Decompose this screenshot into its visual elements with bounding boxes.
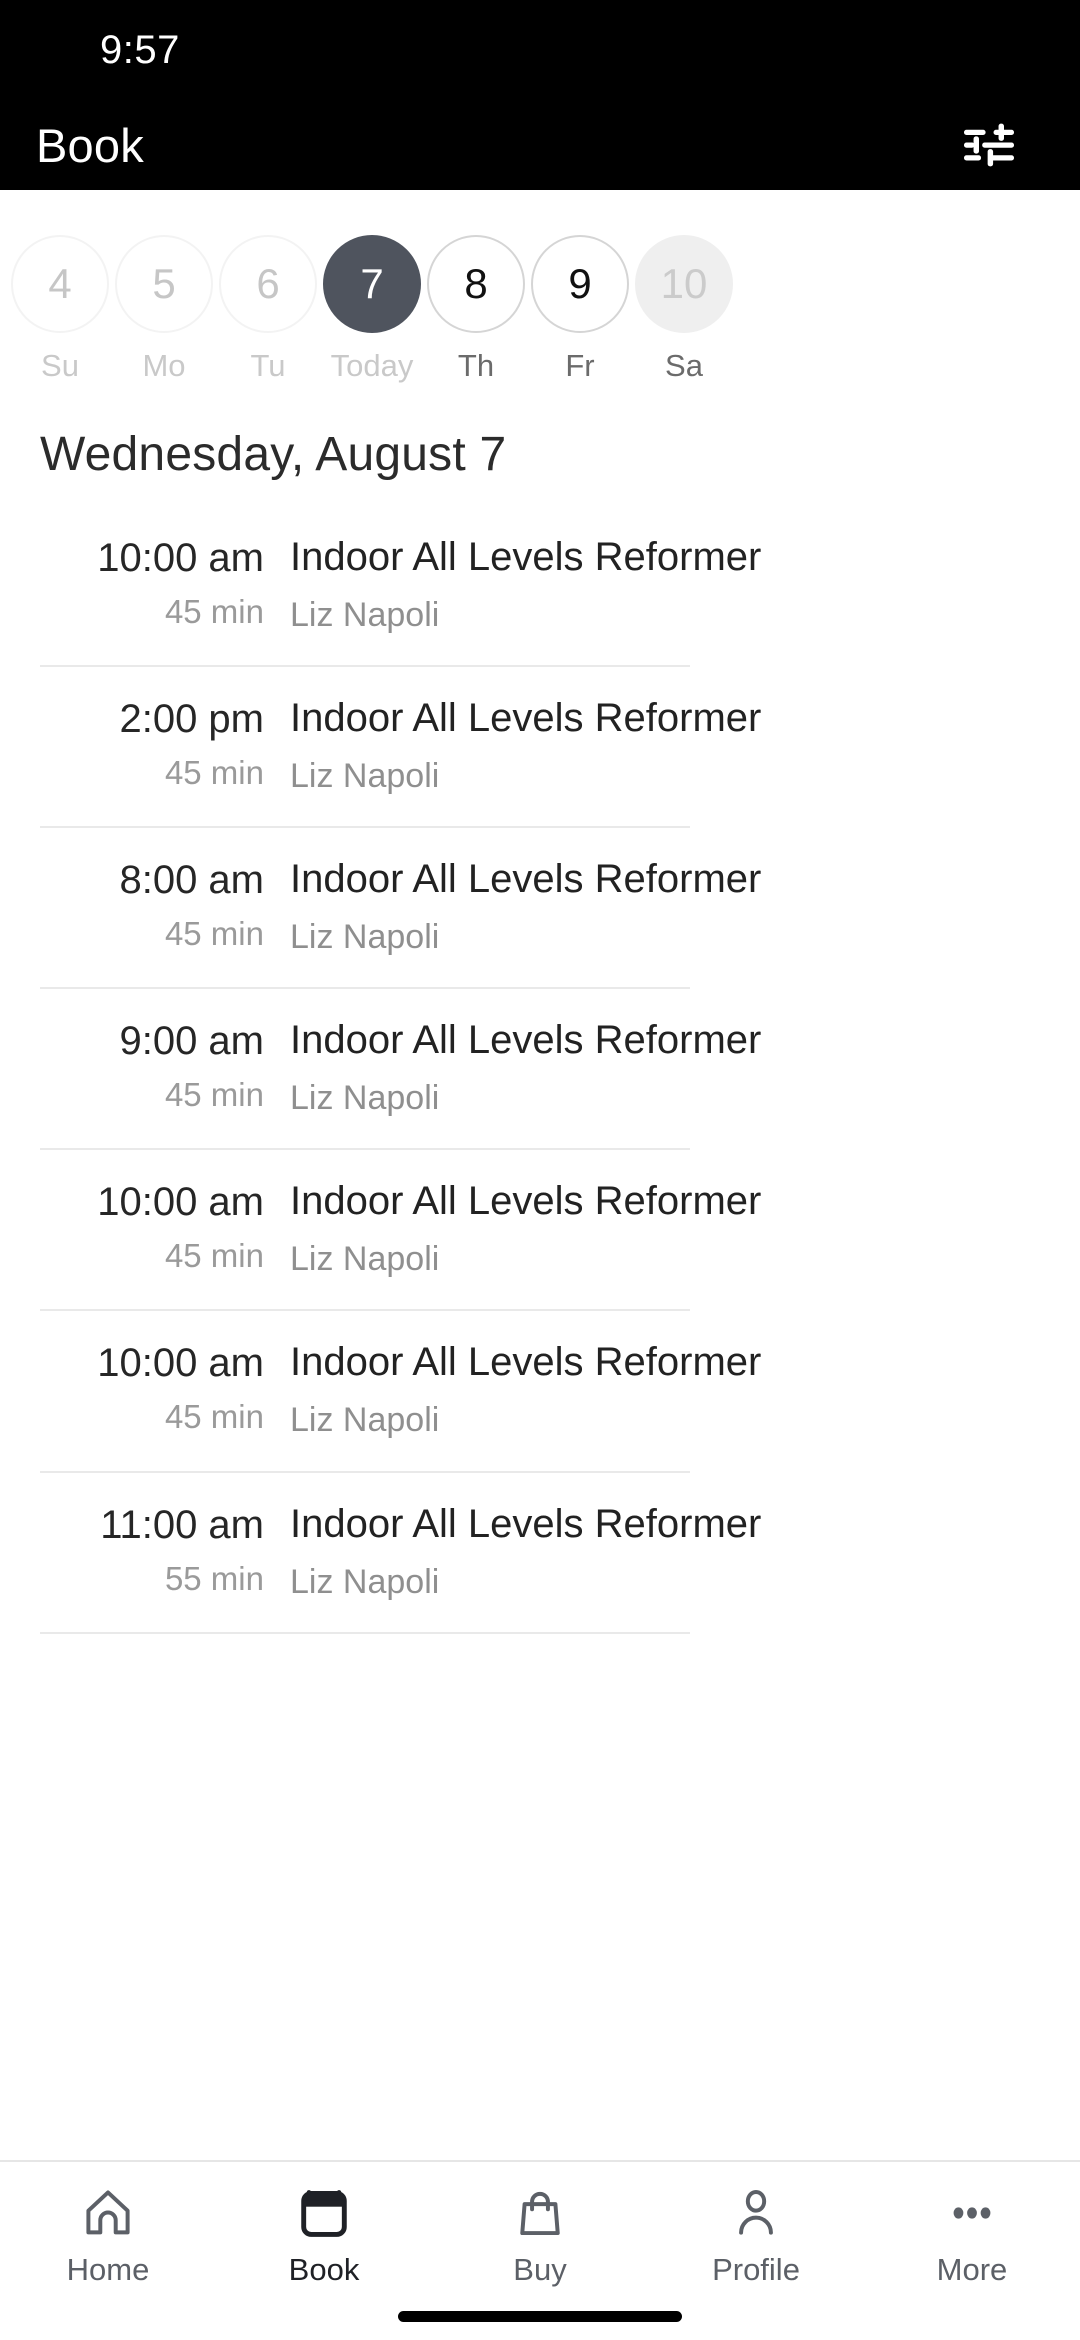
- top-bar: 9:57 Book: [0, 0, 1080, 190]
- class-row-partial[interactable]: [0, 1631, 1080, 1660]
- class-row[interactable]: 9:00 am 45 min Indoor All Levels Reforme…: [0, 987, 1080, 1148]
- date-number: 10: [635, 235, 733, 333]
- class-time-block: 8:00 am 45 min: [40, 854, 290, 952]
- class-time-block: 2:00 pm 45 min: [40, 693, 290, 791]
- nav-label: Buy: [513, 2252, 567, 2287]
- class-start-time: 9:00 am: [119, 1019, 264, 1064]
- date-weekday: Mo: [142, 348, 186, 383]
- date-weekday: Th: [457, 348, 495, 383]
- class-start-time: 8:00 am: [119, 858, 264, 903]
- nav-item-more[interactable]: More: [864, 2182, 1080, 2285]
- ellipsis-icon: [944, 2182, 1000, 2244]
- date-number: 9: [531, 235, 629, 333]
- date-number: 5: [115, 235, 213, 333]
- class-instructor: Liz Napoli: [290, 1401, 440, 1440]
- nav-item-buy[interactable]: Buy: [432, 2182, 648, 2285]
- class-name: Indoor All Levels Reformer: [290, 696, 762, 741]
- home-indicator: [398, 2311, 682, 2322]
- class-start-time: 10:00 am: [97, 1180, 264, 1225]
- date-number: 6: [219, 235, 317, 333]
- date-cell-9[interactable]: 9 Fr: [528, 235, 632, 381]
- class-info-block: Indoor All Levels Reformer Liz Napoli: [290, 693, 1040, 796]
- date-cell-5[interactable]: 5 Mo: [112, 235, 216, 381]
- class-row[interactable]: 10:00 am 45 min Indoor All Levels Reform…: [0, 1309, 1080, 1470]
- class-instructor: Liz Napoli: [290, 1240, 440, 1279]
- date-weekday: Fr: [565, 348, 595, 383]
- nav-label: Home: [66, 2252, 150, 2287]
- class-duration: 45 min: [164, 1237, 264, 1275]
- class-duration: 45 min: [164, 1076, 264, 1114]
- class-duration: 45 min: [164, 754, 264, 792]
- class-start-time: 2:00 pm: [119, 697, 264, 742]
- class-row[interactable]: 10:00 am 45 min Indoor All Levels Reform…: [0, 504, 1080, 665]
- class-instructor: Liz Napoli: [290, 1079, 440, 1118]
- class-info-block: Indoor All Levels Reformer Liz Napoli: [290, 1337, 1040, 1440]
- class-list[interactable]: 10:00 am 45 min Indoor All Levels Reform…: [0, 482, 1080, 2160]
- date-number: 8: [427, 235, 525, 333]
- class-duration: 45 min: [164, 915, 264, 953]
- nav-label: More: [936, 2252, 1008, 2287]
- nav-label: Book: [288, 2252, 360, 2287]
- date-number: 7: [323, 235, 421, 333]
- bag-icon: [512, 2182, 568, 2244]
- class-duration: 55 min: [164, 1559, 264, 1597]
- person-icon: [728, 2182, 784, 2244]
- filter-sliders-icon[interactable]: [952, 113, 1026, 177]
- class-time-block: 10:00 am 45 min: [40, 1337, 290, 1435]
- class-duration: 45 min: [164, 1398, 264, 1436]
- nav-item-book[interactable]: Book: [216, 2182, 432, 2285]
- date-weekday: Sa: [665, 348, 703, 383]
- date-selector-strip[interactable]: 4 Su 5 Mo 6 Tu 7 Today 8 Th 9 Fr 10 Sa: [0, 190, 1080, 395]
- date-cell-today[interactable]: 7 Today: [320, 235, 424, 381]
- class-name: Indoor All Levels Reformer: [290, 857, 762, 902]
- class-time-block: 10:00 am 45 min: [40, 1176, 290, 1274]
- date-cell-8[interactable]: 8 Th: [424, 235, 528, 381]
- class-row[interactable]: 10:00 am 45 min Indoor All Levels Reform…: [0, 1148, 1080, 1309]
- class-info-block: Indoor All Levels Reformer Liz Napoli: [290, 854, 1040, 957]
- status-bar: 9:57: [0, 0, 1080, 100]
- class-name: Indoor All Levels Reformer: [290, 1501, 762, 1546]
- date-weekday: Su: [41, 348, 79, 383]
- nav-label: Profile: [712, 2252, 800, 2287]
- class-name: Indoor All Levels Reformer: [290, 535, 762, 579]
- class-start-time: 11:00 am: [100, 1502, 264, 1547]
- class-info-block: Indoor All Levels Reformer Liz Napoli: [290, 1176, 1040, 1279]
- nav-item-profile[interactable]: Profile: [648, 2182, 864, 2285]
- date-weekday: Today: [330, 348, 414, 383]
- class-name: Indoor All Levels Reformer: [290, 1340, 762, 1385]
- class-name: Indoor All Levels Reformer: [290, 1179, 762, 1224]
- date-number: 4: [11, 235, 109, 333]
- class-instructor: Liz Napoli: [290, 596, 440, 634]
- home-icon: [80, 2182, 136, 2244]
- class-duration: 45 min: [164, 593, 264, 630]
- class-instructor: Liz Napoli: [290, 1562, 440, 1601]
- status-time: 9:57: [100, 27, 180, 72]
- nav-item-home[interactable]: Home: [0, 2182, 216, 2285]
- app-screen: 9:57 Book 4 Su 5 Mo 6 Tu 7 Today 8 Th 9 …: [0, 0, 1080, 2340]
- class-row[interactable]: 8:00 am 45 min Indoor All Levels Reforme…: [0, 826, 1080, 987]
- class-time-block: 10:00 am 45 min: [40, 532, 290, 630]
- day-heading: Wednesday, August 7: [40, 428, 507, 481]
- class-row[interactable]: 2:00 pm 45 min Indoor All Levels Reforme…: [0, 665, 1080, 826]
- class-instructor: Liz Napoli: [290, 918, 440, 957]
- class-info-block: Indoor All Levels Reformer Liz Napoli: [290, 1499, 1040, 1602]
- date-cell-10[interactable]: 10 Sa: [632, 235, 736, 381]
- class-time-block: 9:00 am 45 min: [40, 1015, 290, 1113]
- class-info-block: Indoor All Levels Reformer Liz Napoli: [290, 532, 1040, 635]
- date-cell-4[interactable]: 4 Su: [8, 235, 112, 381]
- page-title: Book: [36, 118, 144, 172]
- calendar-icon: [296, 2182, 352, 2244]
- app-bar: Book: [0, 100, 1080, 190]
- class-start-time: 10:00 am: [97, 1341, 264, 1386]
- class-time-block: 11:00 am 55 min: [40, 1499, 290, 1597]
- class-name: Indoor All Levels Reformer: [290, 1018, 762, 1063]
- date-cell-6[interactable]: 6 Tu: [216, 235, 320, 381]
- date-weekday: Tu: [250, 348, 286, 383]
- class-start-time: 10:00 am: [97, 536, 264, 580]
- class-instructor: Liz Napoli: [290, 757, 440, 796]
- class-info-block: Indoor All Levels Reformer Liz Napoli: [290, 1015, 1040, 1118]
- class-row[interactable]: 11:00 am 55 min Indoor All Levels Reform…: [0, 1470, 1080, 1632]
